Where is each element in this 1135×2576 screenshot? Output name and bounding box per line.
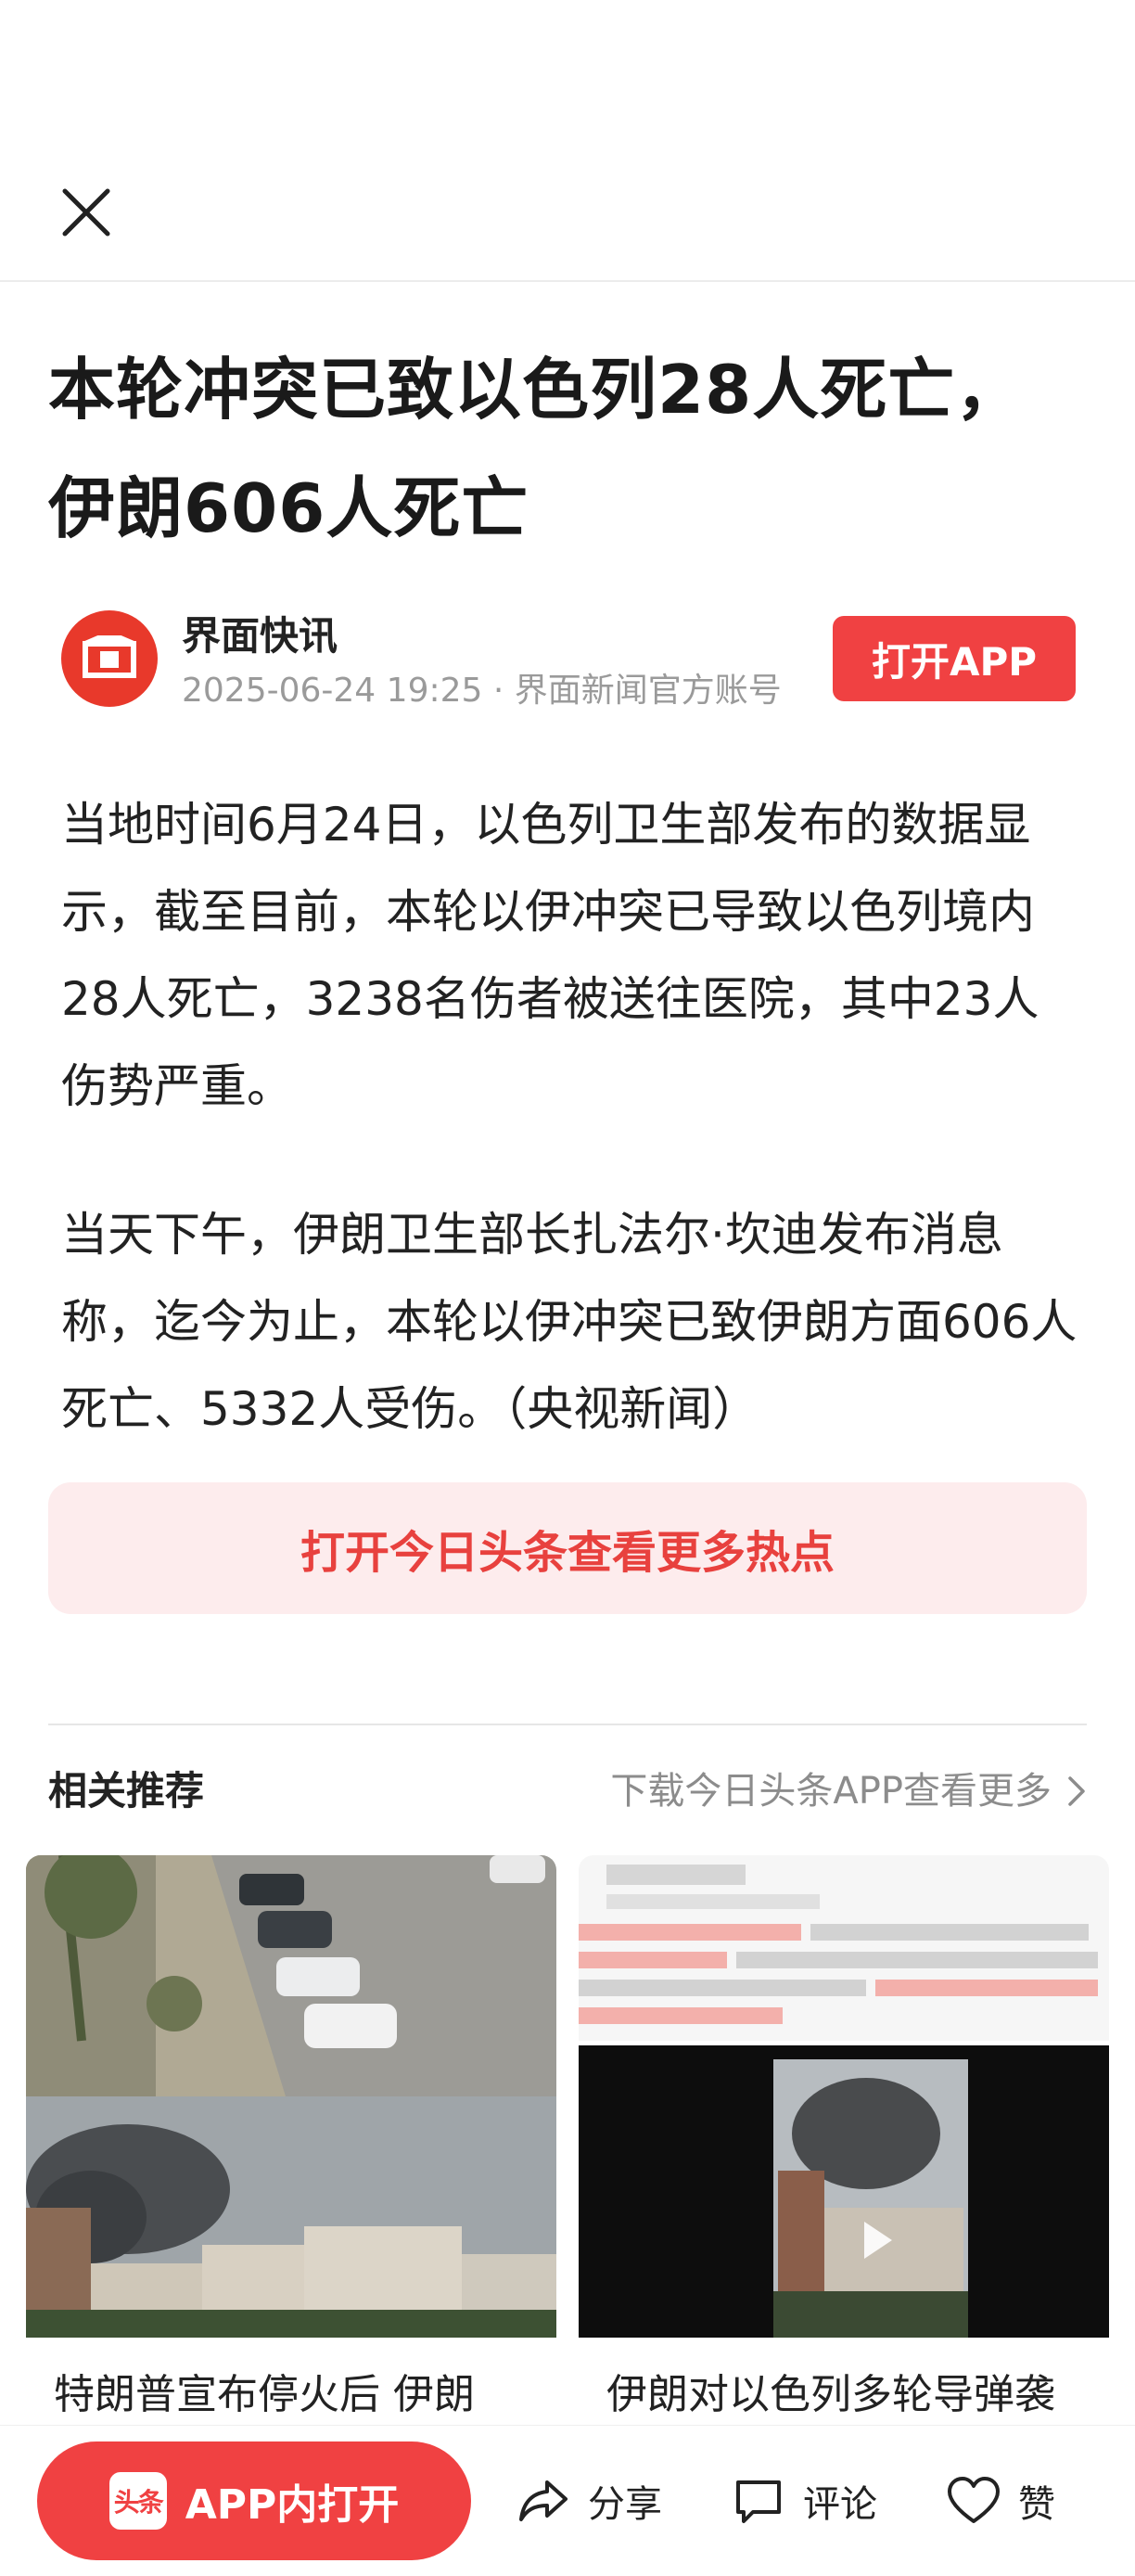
related-more-link[interactable]: 下载今日头条APP查看更多	[610, 1759, 1087, 1824]
comment-icon	[736, 2480, 781, 2523]
related-card-thumbnail	[26, 1855, 556, 2338]
share-icon	[519, 2480, 568, 2521]
open-toutiao-banner[interactable]: 打开今日头条查看更多热点	[48, 1482, 1087, 1614]
article-paragraph: 当天下午，伊朗卫生部长扎法尔·坎迪发布消息称，迄今为止，本轮以伊冲突已致伊朗方面…	[61, 1208, 1078, 1436]
close-button[interactable]	[54, 180, 119, 245]
related-card[interactable]: 伊朗对以色列多轮导弹袭	[579, 1855, 1109, 2430]
open-in-app-button[interactable]: 头条 APP内打开	[37, 2441, 471, 2560]
article-paragraph: 当地时间6月24日，以色列卫生部发布的数据显示，截至目前，本轮以伊冲突已导致以色…	[61, 798, 1039, 1113]
open-in-app-label: APP内打开	[185, 2481, 400, 2529]
author-name[interactable]: 界面快讯	[182, 610, 338, 662]
share-button[interactable]: 分享	[516, 2458, 662, 2544]
chevron-right-icon	[1068, 1776, 1085, 1806]
comment-button[interactable]: 评论	[731, 2458, 877, 2544]
related-card-title: 伊朗对以色列多轮导弹袭	[606, 2371, 1055, 2418]
title-line-2: 伊朗606人死亡	[48, 469, 529, 547]
related-card[interactable]: 特朗普宣布停火后 伊朗	[26, 1855, 556, 2430]
like-label: 赞	[1018, 2483, 1055, 2526]
open-app-button[interactable]: 打开APP	[833, 616, 1076, 701]
topbar-divider	[0, 280, 1135, 282]
like-button[interactable]: 赞	[946, 2458, 1055, 2544]
section-divider	[48, 1724, 1087, 1725]
close-icon	[62, 188, 110, 237]
share-label: 分享	[588, 2483, 662, 2526]
article-title: 本轮冲突已致以色列28人死亡， 伊朗606人死亡	[48, 330, 1087, 568]
heart-icon	[948, 2477, 1000, 2523]
author-avatar[interactable]	[61, 610, 158, 707]
related-more-label: 下载今日头条APP查看更多	[610, 1770, 1052, 1813]
author-meta: 2025-06-24 19:25 · 界面新闻官方账号	[182, 672, 782, 710]
comment-label: 评论	[803, 2483, 877, 2526]
title-line-1: 本轮冲突已致以色列28人死亡，	[48, 351, 1024, 429]
related-card-title: 特朗普宣布停火后 伊朗	[54, 2371, 475, 2418]
related-card-thumbnail	[579, 1855, 1109, 2338]
jiemian-logo-icon	[83, 635, 136, 678]
related-title: 相关推荐	[48, 1768, 205, 1813]
toutiao-logo-icon: 头条	[108, 2472, 167, 2530]
